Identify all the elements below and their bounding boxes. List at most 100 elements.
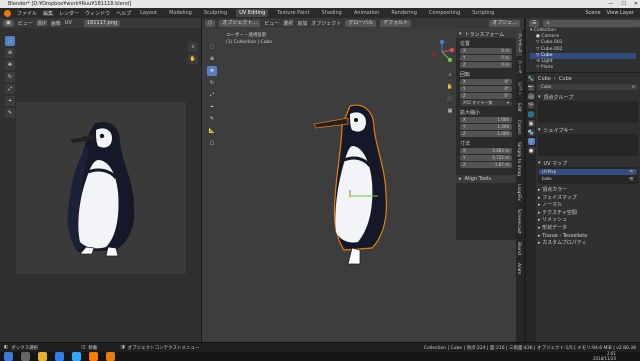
blender-logo-icon[interactable]: [4, 9, 11, 17]
transform-panel-header[interactable]: ▾ トランスフォーム: [456, 30, 516, 38]
viewport-menu-object[interactable]: オブジェクト: [311, 20, 341, 27]
section-custom-properties[interactable]: ▸ カスタムプロパティ: [538, 240, 638, 248]
render-props-icon[interactable]: 📷: [527, 84, 535, 91]
orientation-selector[interactable]: グローバル: [345, 19, 377, 27]
zoom-icon[interactable]: ⌕: [188, 42, 198, 52]
minimize-button[interactable]: —: [608, 0, 613, 8]
workspace-tab-texture-paint[interactable]: Texture Paint: [274, 9, 312, 17]
tab-view[interactable]: ビュー: [516, 78, 522, 100]
workspace-tab-uv-editing[interactable]: UV Editing: [236, 9, 269, 17]
scene-selector[interactable]: Scene: [585, 10, 600, 16]
menu-window[interactable]: ウィンドウ: [85, 10, 110, 17]
section-normals[interactable]: ▸ ノーマル: [538, 202, 638, 210]
tab-edit[interactable]: Edit: [516, 99, 521, 116]
viewport-mode-selector[interactable]: オブジェクト...: [219, 19, 261, 27]
shape-keys-list[interactable]: [538, 134, 638, 156]
workspace-tab-compositing[interactable]: Compositing: [426, 9, 463, 17]
maximize-button[interactable]: ☐: [621, 0, 625, 8]
workspace-tab-animation[interactable]: Animation: [351, 9, 383, 17]
tab-tool[interactable]: ツール: [516, 56, 522, 78]
uv-menu-image[interactable]: 画像: [51, 20, 61, 27]
rotate-tool-icon[interactable]: ↻: [5, 72, 15, 82]
location-x-field[interactable]: X0 m: [460, 48, 512, 54]
uv-image-canvas[interactable]: [16, 102, 186, 274]
vp-add-cube-tool-icon[interactable]: ▢: [207, 138, 217, 148]
select-tool-icon[interactable]: ⬚: [5, 36, 15, 46]
tool-props-icon[interactable]: 🔧: [527, 75, 535, 82]
mesh-data-props-icon[interactable]: ▽: [527, 138, 535, 145]
pan-hand-icon[interactable]: ✋: [188, 54, 198, 64]
vp-transform-tool-icon[interactable]: ⌖: [207, 102, 217, 112]
scale-x-field[interactable]: X 1.000: [460, 117, 512, 123]
workspace-tab-scripting[interactable]: Scripting: [469, 9, 497, 17]
menu-edit[interactable]: 編集: [43, 10, 53, 17]
navigation-gizmo[interactable]: [430, 40, 454, 64]
vp-pan-icon[interactable]: ✋: [445, 82, 455, 92]
tab-camm[interactable]: Camm: [516, 116, 521, 139]
menu-render[interactable]: レンダー: [59, 10, 79, 17]
scale-y-field[interactable]: Y 1.000: [460, 124, 512, 130]
vp-scale-tool-icon[interactable]: ⤢: [207, 90, 217, 100]
vp-rotate-tool-icon[interactable]: ↻: [207, 78, 217, 88]
workspace-tab-modeling[interactable]: Modeling: [166, 9, 195, 17]
workspace-tab-layout[interactable]: Layout: [137, 9, 160, 17]
uv-menu-uv[interactable]: UV: [65, 20, 72, 26]
scale-tool-icon[interactable]: ⤢: [5, 84, 15, 94]
scene-props-icon[interactable]: 🎬: [527, 102, 535, 109]
uv-map-item-uvmap[interactable]: UVMap 📷: [539, 169, 637, 175]
camera-view-icon[interactable]: 🎥: [445, 94, 455, 104]
viewport-menu-select[interactable]: 選択: [283, 20, 293, 27]
rotation-z-field[interactable]: Z 0°: [460, 93, 512, 99]
annotate-tool-icon[interactable]: ✎: [5, 108, 15, 118]
close-button[interactable]: ✕: [634, 0, 638, 8]
workspace-tab-sculpting[interactable]: Sculpting: [201, 9, 230, 17]
tab-anim[interactable]: Anim: [516, 259, 521, 279]
dimension-x-field[interactable]: X 0.683 m: [460, 148, 512, 154]
section-face-maps[interactable]: ▸ フェイスマップ: [538, 195, 638, 203]
vp-annotate-tool-icon[interactable]: ✎: [207, 114, 217, 124]
tab-blend[interactable]: Blend: [516, 238, 521, 259]
viewport-menu-add[interactable]: 追加: [297, 20, 307, 27]
overlay-selector[interactable]: オブジェ...: [489, 19, 520, 27]
tab-item[interactable]: アイテム: [516, 30, 522, 56]
viewport-editor-type-icon[interactable]: ⬡: [205, 19, 216, 27]
scale-z-field[interactable]: Z 1.000: [460, 131, 512, 137]
vp-zoom-icon[interactable]: ⌕: [445, 70, 455, 80]
material-props-icon[interactable]: ●: [527, 147, 535, 154]
dimension-z-field[interactable]: Z 1.87 m: [460, 162, 512, 168]
viewport-menu-view[interactable]: ビュー: [264, 20, 279, 27]
modifier-props-icon[interactable]: 🔩: [527, 129, 535, 136]
pivot-selector[interactable]: デフォルト: [380, 19, 412, 27]
rotation-x-field[interactable]: X 0°: [460, 79, 512, 85]
location-y-field[interactable]: Y0 m: [460, 55, 512, 61]
section-remesh[interactable]: ▸ リメッシュ: [538, 217, 638, 225]
align-tools-header[interactable]: ▸ Align Tools: [456, 175, 516, 183]
uv-editor[interactable]: ▣ ビュー 選択 画像 UV 181117.png ⬚ ⊕ ✥ ↻ ⤢ ⌖ ✎ …: [0, 18, 201, 342]
vp-select-tool-icon[interactable]: ⬚: [207, 42, 217, 52]
workspace-tab-shading[interactable]: Shading: [319, 9, 345, 17]
section-uv-maps[interactable]: ▾ UV マップ: [538, 159, 638, 167]
transform-tool-icon[interactable]: ⌖: [5, 96, 15, 106]
vertex-groups-list[interactable]: [538, 101, 638, 123]
menu-file[interactable]: ファイル: [17, 10, 37, 17]
outliner-item-plane[interactable]: ▽ Plane: [530, 65, 636, 71]
object-props-icon[interactable]: ▣: [527, 120, 535, 127]
tab-screencast[interactable]: Screencast: [516, 205, 521, 238]
uv-menu-view[interactable]: ビュー: [18, 20, 33, 27]
penguin-mesh[interactable]: [302, 98, 412, 274]
rotation-y-field[interactable]: Y 0°: [460, 86, 512, 92]
tab-simply-to-image[interactable]: Simply to Imag: [516, 138, 521, 180]
location-z-field[interactable]: Z0 m: [460, 62, 512, 68]
uv-menu-select[interactable]: 選択: [37, 20, 47, 27]
vp-cursor-tool-icon[interactable]: ⊕: [207, 54, 217, 64]
tab-loopfix[interactable]: LoopFix: [516, 180, 521, 205]
outliner-type-icon[interactable]: ☰: [529, 19, 540, 27]
ortho-toggle-icon[interactable]: ▦: [445, 106, 455, 116]
mesh-name-field[interactable]: Cube ✕: [538, 84, 638, 90]
editor-type-icon[interactable]: ▣: [3, 19, 14, 27]
section-vertex-colors[interactable]: ▸ 頂点カラー: [538, 187, 638, 195]
section-vertex-groups[interactable]: ▾ 頂点グループ: [538, 93, 638, 101]
section-geometry-data[interactable]: ▸ 形状データ: [538, 225, 638, 233]
section-shape-keys[interactable]: ▾ シェイプキー: [538, 126, 638, 134]
section-texture-space[interactable]: ▸ テクスチャ空間: [538, 210, 638, 218]
